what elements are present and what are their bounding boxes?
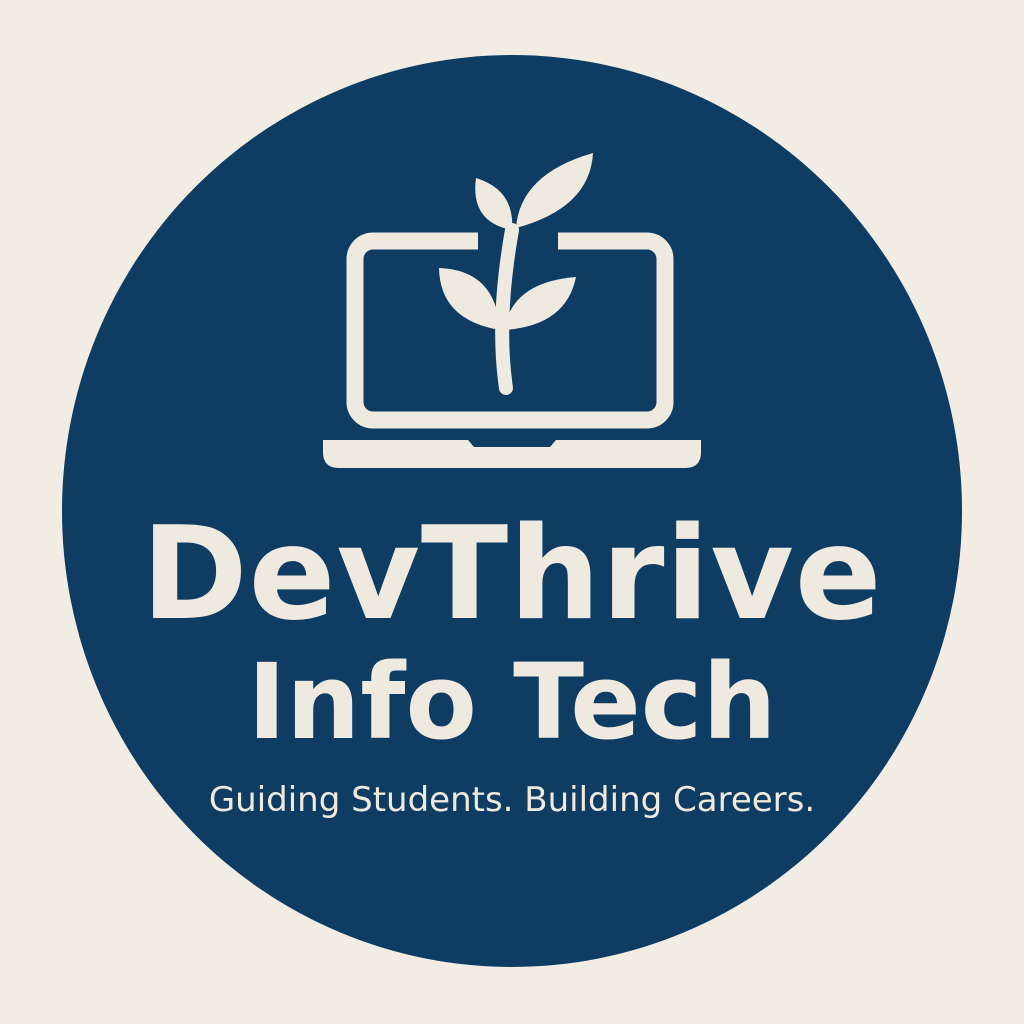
sprout-stem-icon [495, 223, 519, 395]
brand-name: DevThrive [141, 500, 883, 649]
brand-subtitle: Info Tech [247, 641, 777, 763]
sprout-leaf-icon [504, 277, 576, 330]
logo-canvas: DevThrive Info Tech Guiding Students. Bu… [0, 0, 1024, 1024]
sprout-leaf-icon [439, 268, 500, 330]
sprout-leaf-icon [475, 178, 513, 230]
sprout-leaf-icon [516, 153, 593, 228]
brand-tagline: Guiding Students. Building Careers. [208, 780, 816, 820]
